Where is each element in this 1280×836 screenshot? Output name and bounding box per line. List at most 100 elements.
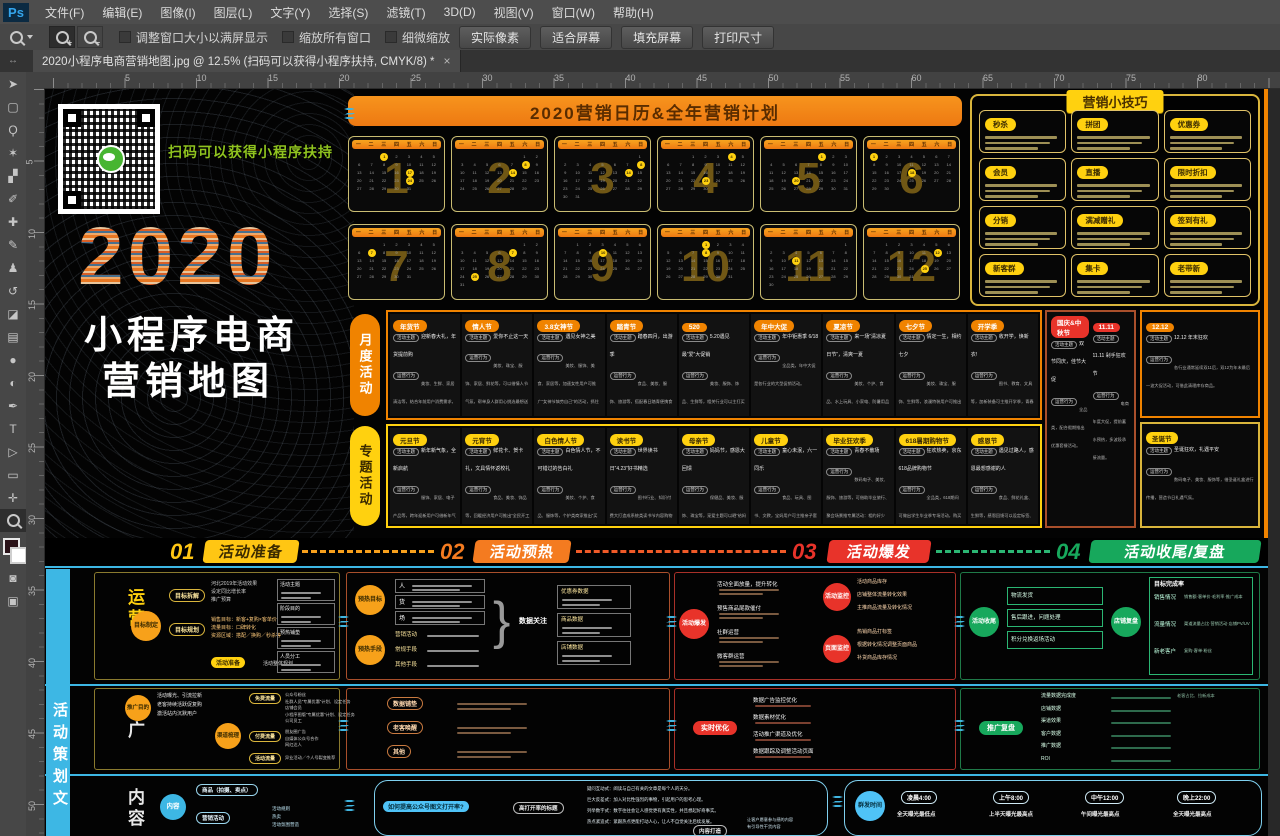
event-action-row: 运营行为食品、鲜花礼盒、生鲜等，感恩回馈可以设定标签、晒感想、感恩回馈。	[971, 486, 1035, 524]
ruler-horizontal: 5101520253035404550556065707580	[44, 72, 1280, 89]
tip-textline	[985, 184, 1057, 187]
tip-textline	[985, 195, 1038, 198]
event-title: 开学季	[971, 320, 1005, 332]
menu-滤镜[interactable]: 滤镜(T)	[377, 0, 434, 24]
mind-node: 复购·客单·粉丝	[1184, 648, 1250, 654]
mind-node: 运营行为	[1051, 398, 1077, 406]
event-card: 七夕节活动主题情定一生，相约七夕运营行为美妆、珠宝、服饰、生鲜等，浪漫特装用户可…	[896, 314, 966, 416]
magic-wand-tool-icon[interactable]: ✶	[0, 141, 26, 164]
options-button[interactable]: 适合屏幕	[540, 26, 612, 49]
mind-node: 运营行为	[1146, 356, 1172, 364]
zoom-tool-icon[interactable]	[0, 509, 26, 532]
mind-map-circle: 店铺复盘	[1111, 607, 1141, 637]
tip-textline	[1170, 142, 1235, 145]
type-tool-icon[interactable]: T	[0, 417, 26, 440]
theme-tag: 活动主题	[754, 448, 780, 456]
calendar-highlight-day: 7	[509, 249, 517, 257]
mind-node: 社群运营	[717, 629, 739, 637]
menu-视图[interactable]: 视图(V)	[485, 0, 543, 24]
mind-node: 商品数据	[561, 616, 583, 624]
hand-tool-icon[interactable]: ✛	[0, 486, 26, 509]
action-tag: 运营行为	[971, 486, 997, 494]
event-action-row: 运营行为图书行业、知识付费大打造成系统类读书节内容购物节。	[610, 486, 674, 524]
menu-图像[interactable]: 图像(I)	[151, 0, 204, 24]
action-tag: 运营行为	[393, 486, 419, 494]
event-title: 年货节	[393, 320, 427, 332]
close-icon[interactable]: ×	[444, 54, 451, 68]
zoom-out-button[interactable]: −	[77, 26, 103, 48]
event-action-row: 运营行为美妆、珠宝、服饰、家居、鲜花等，可以借情人节气氛，帮单身人群用心挑选最想…	[465, 354, 529, 416]
tip-textline	[1077, 136, 1149, 139]
event-action-row: 运营行为电商年度大促，提前蓄水预热，多波段承接流量。	[1093, 392, 1131, 464]
checkbox[interactable]	[119, 31, 131, 43]
crop-tool-icon[interactable]: ▞	[0, 164, 26, 187]
dodge-tool-icon[interactable]: ◐	[0, 371, 26, 394]
menu-编辑[interactable]: 编辑(E)	[93, 0, 151, 24]
checkbox[interactable]	[385, 31, 397, 43]
divider	[44, 684, 1268, 686]
mind-map-line: 列举数字式：数字往往会让人感觉更有真实性，并且想起好奇事实。	[587, 808, 719, 815]
clone-stamp-tool-icon[interactable]: ♟	[0, 256, 26, 279]
mind-node: 活动主题	[1051, 341, 1077, 349]
options-button[interactable]: 实际像素	[459, 26, 531, 49]
blur-tool-icon[interactable]: ●	[0, 348, 26, 371]
shape-tool-icon[interactable]: ▭	[0, 463, 26, 486]
event-card: 儿童节活动主题童心未泯，六一同乐运营行为食品、玩具、图书、文教，宝妈用户可主推亲…	[751, 428, 821, 524]
history-brush-tool-icon[interactable]: ↺	[0, 279, 26, 302]
lasso-tool-icon[interactable]: Ϙ	[0, 118, 26, 141]
gradient-tool-icon[interactable]: ▤	[0, 325, 26, 348]
event-action-row: 运营行为数码电子、美妆、服饰等，借圣诞礼盒进行传播，营造节日礼遇气氛。	[1146, 468, 1254, 504]
mind-map-line: 热点紧追式：紧跟热点更能打动人心，让人不自觉关注后续发展。	[587, 819, 714, 826]
event-theme-row: 活动主题收开学，焕新衣!	[971, 334, 1035, 370]
tip-textline	[1077, 190, 1142, 193]
event-action: 美妆、珠宝、服饰、家居、鲜花等，可以借情人节气氛，帮单身人群用心挑选最想送给TA…	[465, 363, 528, 416]
panel-collapse-icon[interactable]: ↔	[8, 55, 18, 66]
tip-textline	[1077, 147, 1130, 150]
calendar-highlight-day: 4	[728, 153, 736, 161]
path-select-tool-icon[interactable]: ▷	[0, 440, 26, 463]
event-action: 全品类，618期间可做出学生毕业季专场活动，购买任意商品立减300元优惠，吸引毕…	[899, 495, 962, 524]
event-action-row: 运营行为保健品、美妆、服饰、珠宝等，宠爱主题可以晒“给妈妈的一份礼物”。	[682, 486, 746, 524]
event-card: 元旦节活动主题新年新气象，全新启航运营行为服饰、家居、电子产品等，跨年迎新用户可…	[390, 428, 460, 524]
marquee-tool-icon[interactable]: ▢	[0, 95, 26, 118]
event-action-row: 运营行为美妆、个护、食品、水上玩具、小家电、防暑用品可推出夏日专场，冰爽价不设限…	[826, 372, 890, 416]
move-tool-icon[interactable]: ➤	[0, 72, 26, 95]
brush-tool-icon[interactable]: ✎	[0, 233, 26, 256]
event-theme-row: 活动主题双节同庆，佳节大促	[1051, 341, 1089, 395]
tool-palette: ➤▢Ϙ✶▞✐✚✎♟↺◪▤●◐✒T▷▭✛ ◙▣	[0, 72, 27, 836]
chevron-down-icon[interactable]	[27, 35, 33, 39]
mind-node: 销售额·客单价·毛利率·推广成本	[1184, 594, 1250, 600]
content-box-sendtime: 群发时间凌晨4:00全天曝光最低点上午8:00上半天曝光最高点中午12:00午间…	[844, 780, 1262, 836]
menu-文件[interactable]: 文件(F)	[36, 0, 93, 24]
document-canvas[interactable]: 扫码可以获得小程序扶持 2020 小程序电商 营销地图 2020营销日历&全年营…	[44, 88, 1268, 836]
calendar-day-grid: 1234567891011121314151617181920212223242…	[765, 241, 852, 289]
menu-文字[interactable]: 文字(Y)	[261, 0, 319, 24]
topic-activities-row: 元旦节活动主题新年新气象，全新启航运营行为服饰、家居、电子产品等，跨年迎新用户可…	[386, 424, 1042, 528]
document-tab[interactable]: 2020小程序电商营销地图.jpg @ 12.5% (扫码可以获得小程序扶持, …	[33, 50, 461, 72]
pen-tool-icon[interactable]: ✒	[0, 394, 26, 417]
menu-帮助[interactable]: 帮助(H)	[604, 0, 663, 24]
mind-map-bar	[719, 617, 763, 619]
tip-label: 优惠券	[1170, 118, 1209, 131]
menu-窗口[interactable]: 窗口(W)	[543, 0, 604, 24]
color-swatches[interactable]	[0, 536, 26, 566]
quick-mask-icon[interactable]: ◙	[0, 566, 26, 589]
event-title: 白色情人节	[537, 434, 584, 446]
mind-map-line: 活动规则	[272, 806, 290, 813]
healing-brush-tool-icon[interactable]: ✚	[0, 210, 26, 233]
flow-arrows-icon	[344, 800, 355, 811]
checkbox[interactable]	[282, 31, 294, 43]
eyedropper-tool-icon[interactable]: ✐	[0, 187, 26, 210]
tip-card: 分销	[979, 206, 1066, 249]
menu-选择[interactable]: 选择(S)	[319, 0, 377, 24]
event-action: 数码电子、美妆、服饰、旅游等，可借助毕业旅行、聚会场景推专属活动：相约好少年，大…	[826, 477, 889, 524]
zoom-in-button[interactable]: +	[49, 26, 75, 48]
background-color-swatch[interactable]	[10, 547, 27, 564]
options-button[interactable]: 打印尺寸	[702, 26, 774, 49]
screen-mode-icon[interactable]: ▣	[0, 589, 26, 612]
options-button[interactable]: 填充屏幕	[621, 26, 693, 49]
menu-图层[interactable]: 图层(L)	[205, 0, 262, 24]
menu-3D[interactable]: 3D(D)	[435, 0, 485, 24]
theme-tag: 活动主题	[826, 448, 852, 456]
eraser-tool-icon[interactable]: ◪	[0, 302, 26, 325]
